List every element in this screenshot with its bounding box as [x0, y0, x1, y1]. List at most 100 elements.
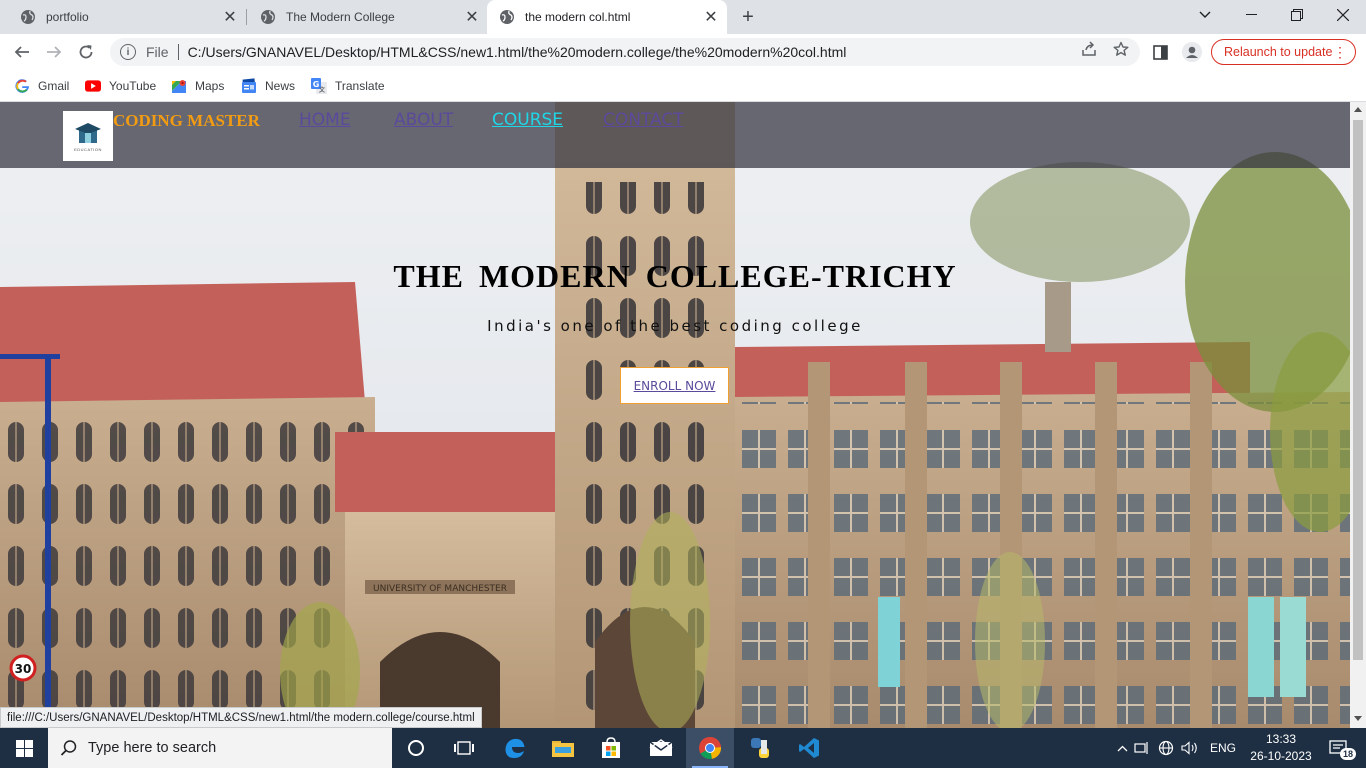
show-hidden-icons-chevron-icon[interactable] — [1114, 745, 1130, 752]
action-center-button[interactable]: 18 — [1318, 728, 1358, 768]
bookmark-translate[interactable]: G文 Translate — [311, 76, 385, 96]
link-status-bubble: file:///C:/Users/GNANAVEL/Desktop/HTML&C… — [0, 707, 482, 728]
input-language[interactable]: ENG — [1210, 741, 1236, 755]
bookmark-star-icon[interactable] — [1112, 40, 1130, 58]
new-tab-button[interactable]: + — [737, 6, 759, 28]
cortana-button[interactable] — [392, 728, 440, 768]
network-globe-icon[interactable] — [1154, 740, 1178, 756]
reload-icon — [79, 45, 93, 59]
bookmarks-bar: Gmail YouTube Maps News G文 Translate — [0, 70, 1366, 102]
nav-link-course[interactable]: COURSE — [492, 110, 563, 130]
close-tab-icon[interactable]: ✕ — [222, 9, 238, 26]
close-tab-icon[interactable]: ✕ — [464, 9, 480, 26]
profile-avatar-icon[interactable] — [1182, 42, 1202, 62]
enroll-now-button[interactable]: ENROLL NOW — [620, 367, 729, 404]
nav-link-about[interactable]: ABOUT — [394, 110, 453, 130]
bookmark-news[interactable]: News — [241, 76, 295, 96]
scroll-up-arrow-icon[interactable] — [1354, 107, 1362, 112]
task-view-button[interactable] — [440, 728, 488, 768]
bookmark-label: Translate — [335, 79, 385, 93]
edge-app[interactable] — [491, 728, 539, 768]
url-text[interactable]: C:/Users/GNANAVEL/Desktop/HTML&CSS/new1.… — [188, 44, 847, 60]
mail-envelope-icon — [649, 739, 673, 756]
college-logo[interactable]: EDUCATION — [63, 111, 113, 161]
scroll-down-arrow-icon[interactable] — [1354, 716, 1362, 721]
close-tab-icon[interactable]: ✕ — [703, 9, 719, 26]
python-app[interactable] — [736, 728, 784, 768]
tab-title: The Modern College — [286, 10, 395, 24]
bookmark-gmail[interactable]: Gmail — [14, 76, 69, 96]
notification-count-badge: 18 — [1340, 748, 1357, 760]
speed-limit-sign: 30 — [15, 662, 32, 676]
volume-icon[interactable] — [1178, 741, 1202, 755]
university-building-background: UNIVERSITY OF MANCHESTER 30 — [0, 102, 1350, 728]
arrow-right-icon — [47, 46, 62, 58]
tab-the-modern-col-html[interactable]: the modern col.html ✕ — [487, 0, 727, 34]
chrome-app[interactable] — [686, 728, 734, 768]
relaunch-to-update-button[interactable]: Relaunch to update ⋮ — [1211, 39, 1356, 65]
start-button[interactable] — [0, 728, 48, 768]
restore-button[interactable] — [1274, 0, 1320, 30]
bookmark-label: Gmail — [38, 79, 70, 93]
tab-portfolio[interactable]: portfolio ✕ — [0, 0, 246, 34]
browser-toolbar: i File C:/Users/GNANAVEL/Desktop/HTML&CS… — [0, 34, 1366, 70]
tab-strip: portfolio ✕ The Modern College ✕ the mod… — [0, 0, 1366, 34]
bookmark-youtube[interactable]: YouTube — [85, 76, 156, 96]
graduation-cap-icon — [75, 122, 101, 143]
windows-taskbar: Type here to search ENG 13:33 26-10-2023… — [0, 728, 1366, 768]
close-window-button[interactable] — [1320, 0, 1366, 30]
system-tray: ENG — [1114, 728, 1236, 768]
bookmark-label: YouTube — [109, 79, 157, 93]
cortana-circle-icon — [408, 740, 424, 756]
vscode-icon — [799, 738, 819, 758]
info-icon[interactable]: i — [120, 44, 136, 60]
news-icon — [241, 78, 257, 94]
bookmark-label: Maps — [195, 79, 225, 93]
microsoft-store-app[interactable] — [587, 728, 635, 768]
taskbar-search-box[interactable]: Type here to search — [48, 728, 392, 768]
globe-icon — [21, 10, 35, 24]
globe-icon — [500, 10, 514, 24]
scrollbar-thumb[interactable] — [1353, 120, 1363, 660]
hero-subtitle: India's one of the best coding college — [487, 317, 863, 335]
search-icon — [60, 740, 77, 756]
pen-workspace-icon[interactable] — [1130, 741, 1154, 755]
bookmark-maps[interactable]: Maps — [171, 76, 224, 96]
file-explorer-app[interactable] — [539, 728, 587, 768]
more-menu-icon[interactable]: ⋮ — [1333, 44, 1347, 60]
tab-title: portfolio — [46, 10, 89, 24]
university-sign: UNIVERSITY OF MANCHESTER — [373, 584, 507, 594]
python-icon — [751, 738, 769, 758]
vscode-app[interactable] — [785, 728, 833, 768]
translate-icon: G文 — [311, 78, 327, 94]
svg-text:文: 文 — [318, 86, 326, 94]
address-bar[interactable]: i File C:/Users/GNANAVEL/Desktop/HTML&CS… — [110, 38, 1140, 66]
reload-button[interactable] — [74, 40, 98, 64]
logo-caption: EDUCATION — [74, 146, 102, 152]
taskbar-clock[interactable]: 13:33 26-10-2023 — [1250, 731, 1312, 765]
relaunch-label: Relaunch to update — [1224, 45, 1333, 59]
maps-icon — [171, 78, 187, 94]
minimize-button[interactable] — [1228, 0, 1274, 30]
back-button[interactable] — [10, 40, 34, 64]
windows-logo-icon — [15, 739, 33, 757]
page-scrollbar[interactable] — [1350, 102, 1366, 728]
tab-title: the modern col.html — [525, 10, 631, 24]
chrome-icon — [699, 736, 722, 759]
folder-icon — [552, 741, 574, 757]
search-placeholder: Type here to search — [88, 740, 217, 756]
globe-icon — [261, 10, 275, 24]
clock-date: 26-10-2023 — [1250, 749, 1312, 763]
share-icon[interactable] — [1080, 40, 1098, 58]
tab-search-chevron-icon[interactable] — [1182, 0, 1228, 30]
nav-link-contact[interactable]: CONTACT — [603, 110, 684, 130]
bookmark-label: News — [265, 79, 296, 93]
side-panel-icon[interactable] — [1150, 42, 1170, 62]
nav-link-home[interactable]: HOME — [299, 110, 351, 130]
hero-title: THE MODERN COLLEGE-TRICHY — [393, 258, 957, 294]
forward-button[interactable] — [42, 40, 66, 64]
tab-the-modern-college[interactable]: The Modern College ✕ — [246, 0, 488, 34]
mail-app[interactable] — [637, 728, 685, 768]
page-viewport: UNIVERSITY OF MANCHESTER 30 EDUCATION CO… — [0, 102, 1350, 728]
brand-name: CODING MASTER — [113, 111, 260, 130]
